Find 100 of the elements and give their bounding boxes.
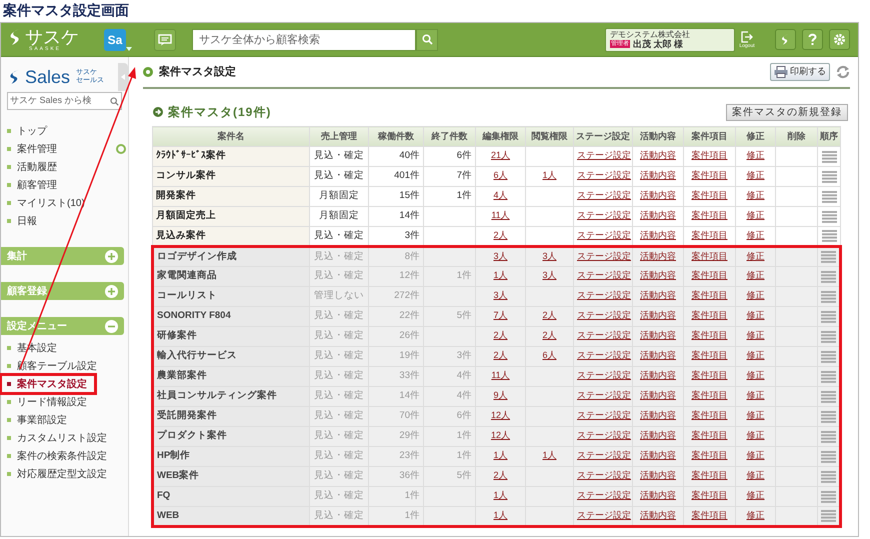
table-cell: HP制作 <box>152 446 310 466</box>
column-header: 編集権限 <box>476 126 526 146</box>
page-title: 案件マスタ設定画面 <box>2 1 130 20</box>
sidebar-item[interactable]: カスタムリスト設定 <box>17 430 107 446</box>
table-cell: 家電関連商品 <box>152 266 310 286</box>
printer-icon <box>774 66 788 78</box>
table-cell: プロダクト案件 <box>152 426 310 446</box>
table-cell: 受託開発案件 <box>152 406 310 426</box>
table-cell: 19件 <box>399 350 420 362</box>
table-cell: 4件 <box>456 390 472 402</box>
app-logo-button[interactable] <box>775 29 796 50</box>
search-button[interactable] <box>416 28 438 50</box>
drag-handle-icon[interactable] <box>822 190 836 202</box>
list-title: 案件マスタ(19件) <box>168 104 272 121</box>
table-cell: 見込・確定 <box>314 150 364 162</box>
print-button[interactable]: 印刷する <box>770 63 830 81</box>
table-cell: 1件 <box>456 450 472 462</box>
table-cell: 見込・確定 <box>314 430 364 442</box>
column-header: 稼働件数 <box>368 126 424 146</box>
table-cell: 1件 <box>456 270 472 282</box>
help-icon <box>808 33 817 46</box>
refresh-icon[interactable] <box>836 64 850 80</box>
column-header: 削除 <box>776 126 818 146</box>
table-cell: 23件 <box>399 450 420 462</box>
caret-icon <box>121 74 125 80</box>
sidebar-item[interactable]: 活動履歴 <box>17 160 57 174</box>
table-cell: 農業部案件 <box>152 366 310 386</box>
logo: サスケ <box>25 28 79 46</box>
table-cell: 29件 <box>399 430 420 442</box>
help-button[interactable] <box>802 29 823 50</box>
table-cell: 見込・確定 <box>314 270 364 282</box>
sidebar-item[interactable]: 顧客管理 <box>17 178 57 192</box>
table-cell: 33件 <box>399 370 420 382</box>
minus-icon[interactable] <box>105 320 118 332</box>
settings-button[interactable] <box>829 29 850 50</box>
table-cell: 5件 <box>456 470 472 482</box>
link[interactable]: 4人 <box>493 190 508 200</box>
table-cell: 管理しない <box>314 290 364 302</box>
chat-button[interactable] <box>154 28 176 50</box>
column-header: 売上管理 <box>310 126 368 146</box>
table-cell: 見込・確定 <box>314 370 364 382</box>
column-header: 閲覧権限 <box>526 126 574 146</box>
link[interactable]: 11人 <box>491 210 510 220</box>
link[interactable]: 2人 <box>493 230 508 240</box>
table-cell: 見込・確定 <box>314 330 364 342</box>
table-cell: 見込・確定 <box>314 390 364 402</box>
link[interactable]: 6人 <box>493 170 508 180</box>
table-cell: WEB案件 <box>152 466 310 486</box>
table-cell: WEB <box>152 506 310 526</box>
table-cell: 3件 <box>404 230 420 241</box>
table-cell: 見込・確定 <box>314 510 364 521</box>
sidebar-item[interactable]: 対応履歴定型文設定 <box>17 466 107 482</box>
sidebar-item[interactable]: 案件マスタ設定 <box>17 376 87 392</box>
sidebar-item[interactable]: 日報 <box>17 214 37 228</box>
table-cell: 14件 <box>399 390 420 402</box>
table-cell: 36件 <box>399 470 420 482</box>
table-cell: 1件 <box>456 190 472 202</box>
caret-icon[interactable] <box>126 46 132 50</box>
column-header: 案件項目 <box>684 126 736 146</box>
drag-handle-icon[interactable] <box>822 150 836 162</box>
bullet-icon <box>143 67 153 77</box>
drag-handle-icon[interactable] <box>822 210 836 222</box>
expand-icon[interactable] <box>116 144 126 154</box>
plus-icon[interactable] <box>105 250 118 262</box>
table-cell: 見込・確定 <box>314 470 364 482</box>
column-header: 修正 <box>736 126 776 146</box>
table-cell: 見込・確定 <box>314 230 364 241</box>
logo-icon <box>781 33 790 46</box>
column-header: 順序 <box>818 126 840 146</box>
collapse-tab[interactable] <box>118 63 128 91</box>
table-cell: コンサル案件 <box>152 166 310 186</box>
table-cell: 1件 <box>404 510 420 521</box>
table-cell: 見込・確定 <box>314 170 364 182</box>
table-cell: 見込・確定 <box>314 450 364 462</box>
table-cell: 7件 <box>456 170 472 182</box>
drag-handle-icon[interactable] <box>822 230 836 242</box>
plus-icon[interactable] <box>105 284 118 298</box>
sidebar-item[interactable]: リード情報設定 <box>17 394 87 410</box>
drag-handle-icon[interactable] <box>822 170 836 182</box>
link[interactable]: 1人 <box>542 170 556 180</box>
table-cell: 6件 <box>456 410 472 422</box>
table-cell: 22件 <box>399 310 420 322</box>
table-cell: 見込み案件 <box>152 226 310 246</box>
sidebar-item[interactable]: 事業部設定 <box>17 412 67 428</box>
sidebar-search-field[interactable]: サスケ Sales から検 <box>7 92 122 110</box>
table-cell: FQ <box>152 486 310 506</box>
new-entry-button[interactable]: 案件マスタの新規登録 <box>726 104 848 120</box>
section-title: 案件マスタ設定 <box>159 64 236 80</box>
table-cell: ｸﾗｳﾄﾞｻｰﾋﾞｽ案件 <box>152 146 310 166</box>
search-field[interactable]: サスケ全体から顧客検索 <box>192 28 416 50</box>
logout-icon <box>741 30 753 42</box>
table-cell: 見込・確定 <box>314 250 364 262</box>
table-cell: 見込・確定 <box>314 490 364 502</box>
sidebar-item[interactable]: 案件管理 <box>17 142 57 156</box>
settings-icon <box>833 33 846 46</box>
sidebar-item[interactable]: 案件の検索条件設定 <box>17 448 107 464</box>
table-cell: 月額固定 <box>319 210 359 222</box>
user-name: 出茂 太郎 様 <box>633 39 684 49</box>
sidebar-item[interactable]: トップ <box>17 124 47 138</box>
company-name: デモシステム株式会社 <box>610 30 691 39</box>
